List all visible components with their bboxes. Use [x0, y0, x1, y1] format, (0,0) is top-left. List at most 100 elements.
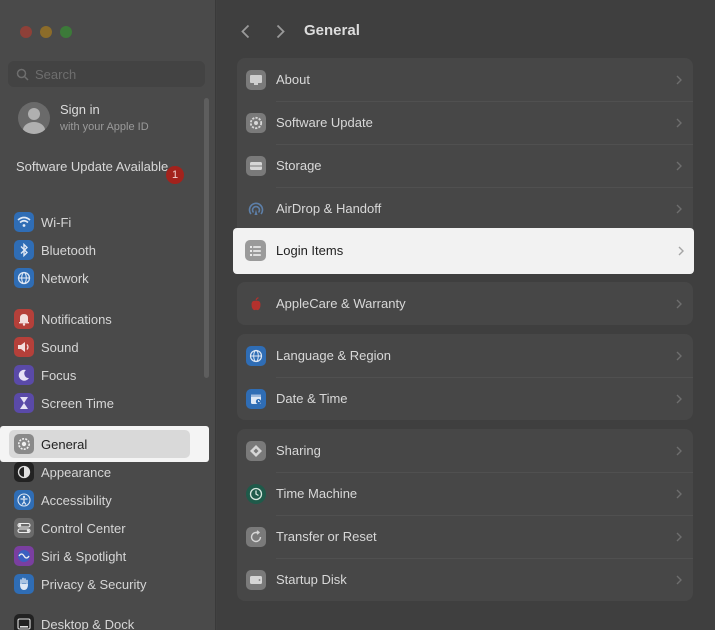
login-items-icon	[245, 240, 266, 261]
chevron-right-icon	[678, 246, 684, 256]
row-airdrop-handoff[interactable]: AirDrop & Handoff	[237, 187, 693, 230]
row-label: Language & Region	[276, 348, 391, 363]
globe-icon	[246, 345, 266, 366]
software-update-available[interactable]: Software Update Available	[16, 159, 191, 175]
chevron-right-icon	[676, 204, 682, 213]
row-storage[interactable]: Storage	[237, 144, 693, 187]
sidebar-item-notifications[interactable]: Notifications	[14, 308, 194, 330]
sidebar-item-siri-spotlight[interactable]: Siri & Spotlight	[14, 545, 194, 567]
accessibility-icon	[14, 490, 34, 510]
sidebar-item-appearance[interactable]: Appearance	[14, 461, 194, 483]
sidebar-item-label: Accessibility	[41, 492, 112, 508]
back-button[interactable]	[235, 21, 255, 41]
maximize-window-button[interactable]	[60, 26, 72, 38]
chevron-left-icon	[240, 24, 249, 38]
row-transfer-reset[interactable]: Transfer or Reset	[237, 515, 693, 558]
sidebar-item-label: Siri & Spotlight	[41, 548, 127, 564]
speaker-icon	[14, 337, 34, 357]
row-label: Time Machine	[276, 486, 358, 501]
row-date-time[interactable]: Date & Time	[237, 377, 693, 420]
sidebar-item-general[interactable]: General	[14, 433, 194, 455]
chevron-right-icon	[676, 489, 682, 498]
sidebar-item-label: Desktop & Dock	[41, 616, 135, 630]
sidebar-item-label: Bluetooth	[41, 242, 96, 258]
row-startup-disk[interactable]: Startup Disk	[237, 558, 693, 601]
forward-button[interactable]	[270, 21, 290, 41]
close-window-button[interactable]	[20, 26, 32, 38]
sidebar-item-accessibility[interactable]: Accessibility	[14, 489, 194, 511]
about-icon	[246, 69, 266, 90]
sidebar: Sign in with your Apple ID Software Upda…	[0, 0, 216, 630]
chevron-right-icon	[676, 532, 682, 541]
airdrop-icon	[246, 199, 266, 219]
hourglass-icon	[14, 393, 34, 413]
sidebar-item-sound[interactable]: Sound	[14, 336, 194, 358]
sidebar-item-label: Wi-Fi	[41, 214, 72, 230]
software-update-icon	[246, 112, 266, 133]
row-sharing[interactable]: Sharing	[237, 429, 693, 472]
row-applecare-warranty[interactable]: AppleCare & Warranty	[237, 282, 693, 325]
sidebar-item-privacy-security[interactable]: Privacy & Security	[14, 573, 194, 595]
control-center-icon	[14, 518, 34, 538]
sidebar-item-wifi[interactable]: Wi-Fi	[14, 211, 194, 233]
window-controls	[20, 26, 72, 38]
appearance-icon	[14, 462, 34, 482]
sharing-icon	[246, 440, 266, 461]
sidebar-item-control-center[interactable]: Control Center	[14, 517, 194, 539]
system-settings-window: Sign in with your Apple ID Software Upda…	[0, 0, 715, 630]
row-time-machine[interactable]: Time Machine	[237, 472, 693, 515]
search-input[interactable]	[35, 66, 195, 82]
chevron-right-icon	[276, 24, 285, 38]
row-language-region[interactable]: Language & Region	[237, 334, 693, 377]
siri-icon	[14, 546, 34, 566]
sidebar-item-label: Focus	[41, 367, 77, 383]
chevron-right-icon	[676, 351, 682, 360]
row-label: Startup Disk	[276, 572, 347, 587]
calendar-icon	[246, 388, 266, 409]
sidebar-item-network[interactable]: Network	[14, 267, 194, 289]
row-label: Storage	[276, 158, 322, 173]
main-pane: General About Software Update Storage Ai…	[217, 0, 715, 630]
row-login-items[interactable]: Login Items	[233, 228, 694, 274]
chevron-right-icon	[676, 161, 682, 170]
sidebar-item-label: Sound	[41, 339, 79, 355]
hand-icon	[14, 574, 34, 594]
bell-icon	[14, 309, 34, 329]
sidebar-item-label: Privacy & Security	[41, 576, 147, 592]
sidebar-item-desktop-dock[interactable]: Desktop & Dock	[14, 613, 194, 630]
time-machine-icon	[246, 483, 266, 504]
sidebar-item-label: Screen Time	[41, 395, 114, 411]
disk-icon	[246, 569, 266, 590]
sidebar-item-focus[interactable]: Focus	[14, 364, 194, 386]
sidebar-item-label: Notifications	[41, 311, 112, 327]
wifi-icon	[14, 212, 34, 232]
bluetooth-icon	[14, 240, 34, 260]
storage-icon	[246, 155, 266, 176]
chevron-right-icon	[676, 75, 682, 84]
row-software-update[interactable]: Software Update	[237, 101, 693, 144]
chevron-right-icon	[676, 118, 682, 127]
apple-icon	[246, 294, 266, 314]
row-label: Date & Time	[276, 391, 348, 406]
gear-icon	[14, 434, 34, 454]
search-field[interactable]	[8, 61, 205, 87]
row-label: Software Update	[276, 115, 373, 130]
account-subtitle: with your Apple ID	[60, 121, 149, 133]
settings-group-2: AppleCare & Warranty	[237, 282, 693, 325]
sidebar-item-label: Control Center	[41, 520, 126, 536]
chevron-right-icon	[676, 575, 682, 584]
moon-icon	[14, 365, 34, 385]
sidebar-item-screen-time[interactable]: Screen Time	[14, 392, 194, 414]
minimize-window-button[interactable]	[40, 26, 52, 38]
sidebar-item-label: General	[41, 436, 88, 452]
apple-id-sign-in[interactable]: Sign in with your Apple ID	[18, 102, 149, 134]
chevron-right-icon	[676, 394, 682, 403]
row-label: AirDrop & Handoff	[276, 201, 382, 216]
update-count-badge: 1	[166, 166, 184, 184]
search-icon	[16, 68, 29, 81]
settings-group-4: Sharing Time Machine Transfer or Reset S…	[237, 429, 693, 601]
row-about[interactable]: About	[237, 58, 693, 101]
sidebar-scrollbar[interactable]	[204, 98, 209, 378]
sidebar-item-bluetooth[interactable]: Bluetooth	[14, 239, 194, 261]
sidebar-item-label: Appearance	[41, 464, 112, 480]
